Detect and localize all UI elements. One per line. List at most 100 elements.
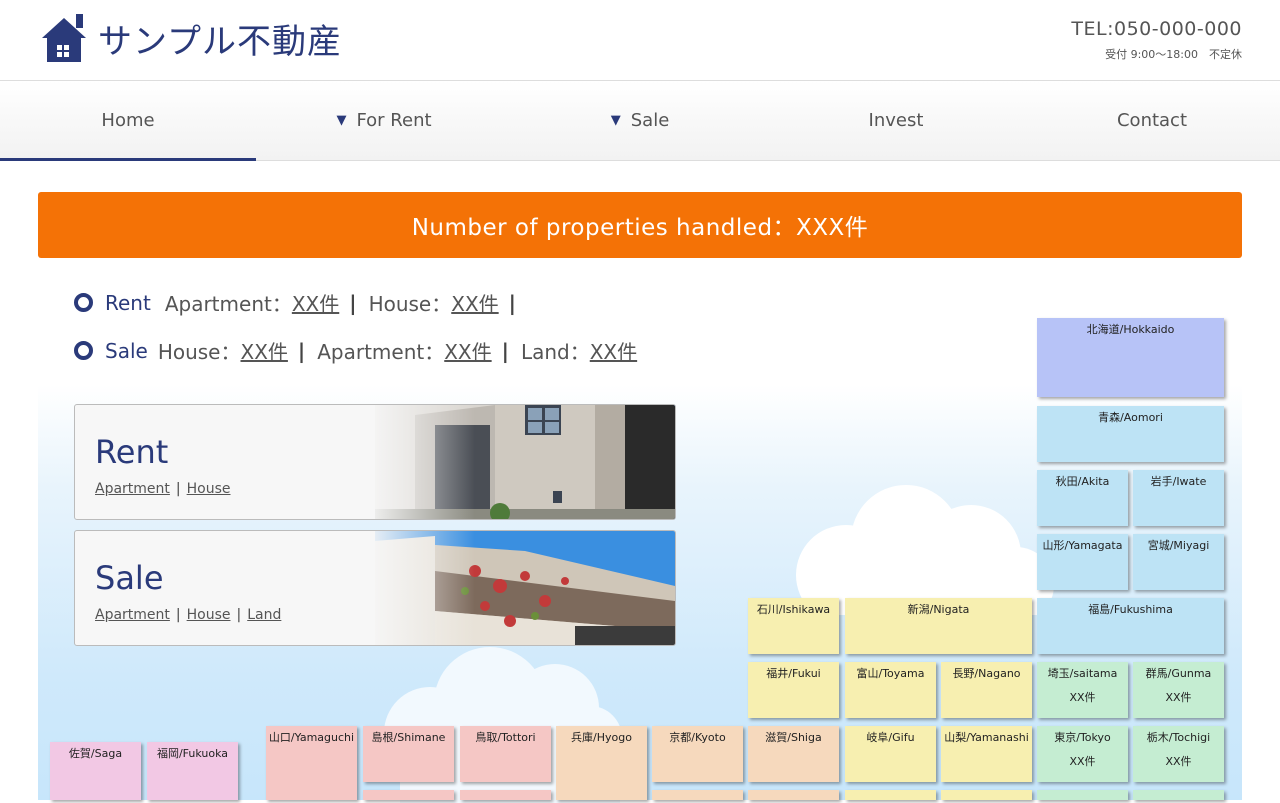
separator: | bbox=[175, 481, 181, 497]
separator: | bbox=[349, 290, 357, 315]
main-nav: Home ▼ For Rent ▼ Sale Invest Contact bbox=[0, 81, 1280, 161]
prefecture-tile[interactable] bbox=[845, 790, 936, 800]
sale-apartment-link[interactable]: Apartment bbox=[95, 607, 170, 623]
sale-land-link[interactable]: Land bbox=[247, 607, 281, 623]
prefecture-tile[interactable]: 栃木/Tochigi XX件 bbox=[1133, 726, 1224, 782]
prefecture-tile[interactable] bbox=[1037, 790, 1128, 800]
tel-number: TEL:050-000-000 bbox=[1071, 18, 1242, 40]
prefecture-tile[interactable]: 福井/Fukui bbox=[748, 662, 839, 718]
prefecture-tile[interactable]: 島根/Shimane bbox=[363, 726, 454, 782]
nav-for-rent-label: For Rent bbox=[356, 110, 432, 131]
count-link[interactable]: XX件 bbox=[451, 288, 498, 317]
business-hours: 受付 9:00～18:00 不定休 bbox=[1105, 48, 1242, 61]
prefecture-name: 岩手/Iwate bbox=[1150, 475, 1207, 488]
prefecture-tile[interactable]: 佐賀/Saga bbox=[50, 742, 141, 800]
prefecture-tile[interactable] bbox=[1133, 790, 1224, 800]
prefecture-tile[interactable] bbox=[363, 790, 454, 800]
prefecture-tile[interactable]: 福岡/Fukuoka bbox=[147, 742, 238, 800]
triangle-down-icon: ▼ bbox=[610, 113, 621, 128]
nav-invest-label: Invest bbox=[868, 110, 924, 131]
prefecture-tile[interactable]: 山梨/Yamanashi bbox=[941, 726, 1032, 782]
rent-apartment-count: Apartment： XX件 | bbox=[165, 288, 369, 317]
cloud-illustration bbox=[796, 485, 1054, 615]
sale-card-links: Apartment | House | Land bbox=[95, 607, 281, 623]
prefecture-name: 山形/Yamagata bbox=[1042, 539, 1123, 552]
prefecture-name: 岐阜/Gifu bbox=[866, 731, 915, 744]
prefecture-tile[interactable]: 山形/Yamagata bbox=[1037, 534, 1128, 590]
rent-house-link[interactable]: House bbox=[187, 481, 231, 497]
prefecture-tile[interactable] bbox=[941, 790, 1032, 800]
prefecture-name: 山梨/Yamanashi bbox=[944, 731, 1029, 744]
prefecture-name: 兵庫/Hyogo bbox=[571, 731, 632, 744]
count-link[interactable]: XX件 bbox=[444, 336, 491, 365]
prefecture-tile[interactable]: 福島/Fukushima bbox=[1037, 598, 1224, 654]
sale-land-count: Land： XX件 bbox=[521, 336, 637, 365]
sale-card[interactable]: Sale Apartment | House | Land bbox=[74, 530, 676, 646]
prefecture-tile[interactable]: 青森/Aomori bbox=[1037, 406, 1224, 462]
count-label: Apartment： bbox=[164, 292, 292, 316]
logo[interactable]: サンプル不動産 bbox=[40, 12, 342, 64]
count-label: Apartment： bbox=[317, 340, 445, 364]
count-link[interactable]: XX件 bbox=[292, 288, 339, 317]
nav-contact-label: Contact bbox=[1116, 110, 1188, 131]
separator: | bbox=[508, 290, 516, 315]
prefecture-tile[interactable]: 新潟/Nigata bbox=[845, 598, 1032, 654]
prefecture-tile[interactable] bbox=[460, 790, 551, 800]
rent-card-links: Apartment | House bbox=[95, 481, 231, 497]
triangle-down-icon: ▼ bbox=[336, 113, 347, 128]
rent-card[interactable]: Rent Apartment | House bbox=[74, 404, 676, 520]
prefecture-tile[interactable]: 宮城/Miyagi bbox=[1133, 534, 1224, 590]
prefecture-tile[interactable]: 群馬/Gunma XX件 bbox=[1133, 662, 1224, 718]
prefecture-name: 島根/Shimane bbox=[371, 731, 446, 744]
prefecture-name: 新潟/Nigata bbox=[907, 603, 970, 616]
site-header: サンプル不動産 TEL:050-000-000 受付 9:00～18:00 不定… bbox=[0, 0, 1280, 81]
prefecture-tile[interactable] bbox=[748, 790, 839, 800]
nav-for-rent[interactable]: ▼ For Rent bbox=[256, 81, 512, 160]
nav-sale[interactable]: ▼ Sale bbox=[512, 81, 768, 160]
prefecture-name: 北海道/Hokkaido bbox=[1086, 323, 1175, 336]
prefecture-name: 群馬/Gunma bbox=[1145, 667, 1212, 680]
prefecture-tile[interactable]: 岐阜/Gifu bbox=[845, 726, 936, 782]
prefecture-count: XX件 bbox=[1165, 691, 1192, 704]
rent-counts-title: Rent bbox=[105, 290, 151, 315]
prefecture-name: 秋田/Akita bbox=[1055, 475, 1110, 488]
prefecture-tile[interactable]: 石川/Ishikawa bbox=[748, 598, 839, 654]
count-link[interactable]: XX件 bbox=[590, 336, 637, 365]
prefecture-count: XX件 bbox=[1069, 755, 1096, 768]
prefecture-tile[interactable]: 岩手/Iwate bbox=[1133, 470, 1224, 526]
rent-apartment-link[interactable]: Apartment bbox=[95, 481, 170, 497]
prefecture-tile[interactable]: 北海道/Hokkaido bbox=[1037, 318, 1224, 397]
sale-house-count: House： XX件 | bbox=[158, 336, 317, 365]
prefecture-tile[interactable]: 埼玉/saitama XX件 bbox=[1037, 662, 1128, 718]
prefecture-name: 富山/Toyama bbox=[856, 667, 925, 680]
nav-home[interactable]: Home bbox=[0, 81, 256, 161]
sale-card-title: Sale bbox=[95, 559, 164, 597]
count-label: Land： bbox=[520, 340, 590, 364]
count-link[interactable]: XX件 bbox=[241, 336, 288, 365]
nav-invest[interactable]: Invest bbox=[768, 81, 1024, 160]
prefecture-tile[interactable]: 滋賀/Shiga bbox=[748, 726, 839, 782]
prefecture-tile[interactable]: 山口/Yamaguchi bbox=[266, 726, 357, 800]
sale-apartment-count: Apartment： XX件 | bbox=[317, 336, 521, 365]
prefecture-tile[interactable] bbox=[652, 790, 743, 800]
prefecture-tile[interactable]: 秋田/Akita bbox=[1037, 470, 1128, 526]
prefecture-name: 東京/Tokyo bbox=[1054, 731, 1111, 744]
count-label: House： bbox=[157, 340, 241, 364]
prefecture-tile[interactable]: 長野/Nagano bbox=[941, 662, 1032, 718]
rent-house-count: House： XX件 | bbox=[369, 288, 528, 317]
properties-count-banner: Number of properties handled：XXX件 bbox=[38, 192, 1242, 258]
prefecture-name: 鳥取/Tottori bbox=[475, 731, 536, 744]
prefecture-name: 佐賀/Saga bbox=[68, 747, 123, 760]
rent-counts: Rent Apartment： XX件 | House： XX件 | bbox=[74, 288, 528, 317]
circle-bullet-icon bbox=[74, 341, 93, 360]
prefecture-name: 埼玉/saitama bbox=[1047, 667, 1118, 680]
prefecture-tile[interactable]: 富山/Toyama bbox=[845, 662, 936, 718]
circle-bullet-icon bbox=[74, 293, 93, 312]
prefecture-tile[interactable]: 兵庫/Hyogo bbox=[556, 726, 647, 800]
nav-contact[interactable]: Contact bbox=[1024, 81, 1280, 160]
prefecture-tile[interactable]: 鳥取/Tottori bbox=[460, 726, 551, 782]
sale-house-link[interactable]: House bbox=[187, 607, 231, 623]
prefecture-tile[interactable]: 東京/Tokyo XX件 bbox=[1037, 726, 1128, 782]
prefecture-count: XX件 bbox=[1069, 691, 1096, 704]
prefecture-tile[interactable]: 京都/Kyoto bbox=[652, 726, 743, 782]
